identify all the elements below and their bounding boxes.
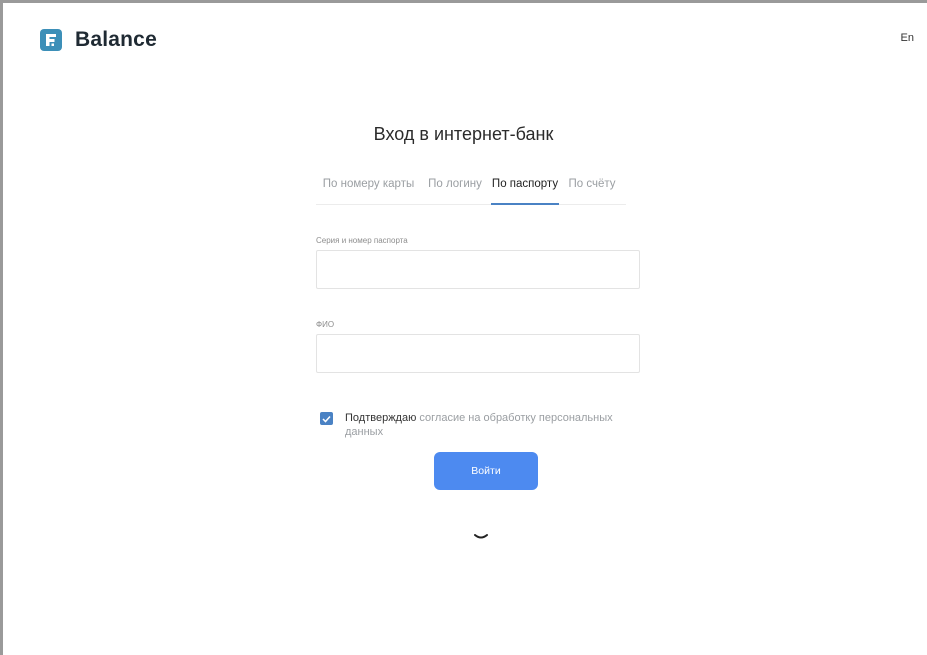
language-switch[interactable]: En [901, 32, 914, 44]
window-frame [0, 0, 927, 655]
login-button[interactable]: Войти [434, 452, 538, 490]
tab-passport[interactable]: По паспорту [491, 168, 559, 205]
fio-field-label: ФИО [316, 320, 335, 329]
tab-login[interactable]: По логину [421, 168, 489, 204]
passport-input[interactable] [316, 250, 640, 289]
brand-name: Balance [75, 28, 157, 51]
consent-prefix: Подтверждаю [345, 412, 417, 424]
passport-field-label: Серия и номер паспорта [316, 236, 408, 245]
fio-input[interactable] [316, 334, 640, 373]
tab-card-number[interactable]: По номеру карты [316, 168, 421, 204]
brand-logo[interactable]: Balance [40, 28, 157, 52]
page-title: Вход в интернет-банк [373, 124, 554, 144]
consent-row: Подтверждаю согласие на обработку персон… [320, 411, 630, 439]
tab-account[interactable]: По счёту [561, 168, 623, 204]
check-icon [322, 415, 331, 423]
consent-checkbox[interactable] [320, 412, 333, 425]
chevron-down-icon[interactable] [473, 528, 489, 546]
f-logo-icon [40, 29, 62, 51]
consent-text: Подтверждаю согласие на обработку персон… [345, 411, 630, 439]
login-method-tabs: По номеру карты По логину По паспорту По… [316, 168, 626, 205]
